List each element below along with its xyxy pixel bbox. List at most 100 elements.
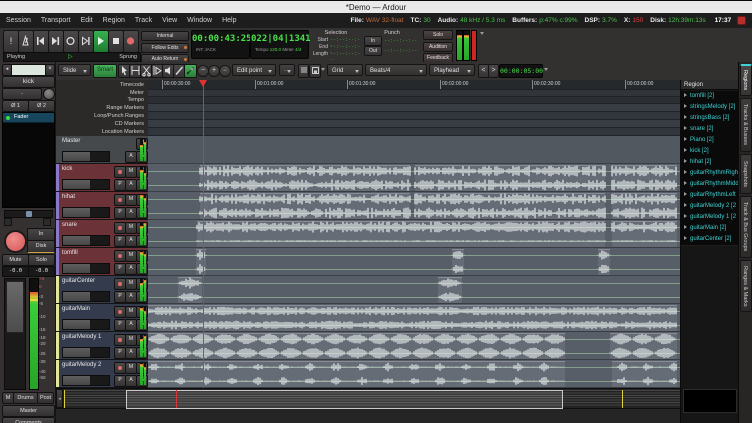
m-button[interactable]: M [125,278,137,290]
expand-triangle-icon[interactable] [684,181,687,185]
ruler-label-loop-punch-ranges[interactable]: Loop/Punch Ranges [94,113,144,119]
track-gain-fader[interactable] [62,375,110,386]
transport-toggle-internal[interactable]: Internal [141,31,189,41]
menu-window[interactable]: Window [187,17,212,24]
record-enable-button[interactable] [114,194,126,206]
a-button[interactable]: A [125,235,137,247]
menu-edit[interactable]: Edit [81,17,93,24]
m-button[interactable]: M [125,250,137,262]
m-button[interactable]: M [125,166,137,178]
summary-view-rectangle[interactable] [126,390,563,409]
expand-triangle-icon[interactable] [684,126,687,130]
ruler-label-range-markers[interactable]: Range Markers [106,105,144,111]
midi-panic-button[interactable]: ! [3,30,19,53]
tab-regions[interactable]: Regions [740,64,752,96]
expand-triangle-icon[interactable] [684,192,687,196]
ruler-label-tempo[interactable]: Tempo [127,97,144,103]
trim-knob[interactable] [43,88,55,100]
grid-type-combo[interactable]: Beats/4 [365,64,427,76]
ruler-lane-loop-punch-ranges[interactable] [148,112,680,120]
expand-triangle-icon[interactable] [684,214,687,218]
playhead-line[interactable] [203,80,204,388]
marker-combo[interactable]: · [279,64,295,76]
record-button[interactable] [123,30,139,53]
ruler-label-timecode[interactable]: Timecode [120,82,144,88]
expand-triangle-icon[interactable] [684,137,687,141]
record-enable-button[interactable] [114,306,126,318]
track-lane-kick[interactable] [148,164,680,192]
pan-left-corner[interactable] [4,218,12,226]
track-gain-fader[interactable] [62,291,110,302]
post-strip-button[interactable]: Post [37,392,54,404]
audition-button[interactable]: Audition [423,42,453,52]
p-button[interactable]: P [114,179,126,191]
expand-triangle-icon[interactable] [684,170,687,174]
p-button[interactable]: P [114,347,126,359]
record-enable-button[interactable] [114,278,126,290]
track-lane-guitarmelody-1[interactable] [148,332,680,360]
phase-invert-button-2[interactable]: Ø 2 [28,100,55,112]
play-button[interactable] [93,30,109,53]
track-header-snare[interactable]: snareSMGAP [55,220,148,248]
play-selection-button[interactable] [78,30,94,53]
mute-button[interactable]: Mute [2,254,29,266]
record-enable-button[interactable] [114,222,126,234]
ruler-lane-range-markers[interactable] [148,104,680,112]
edit-point-combo[interactable]: Playhead [429,64,475,76]
secondary-clock[interactable]: 022|04|1341 Tempo 120.0 Meter 4/4 [250,30,309,59]
zoom-to-session-button[interactable]: ↔ [219,65,231,77]
summary-scroll-left-button[interactable]: ◂ [56,389,63,408]
edit-mode-combo[interactable]: Slide [58,64,91,76]
session-summary[interactable]: ◂ ▸ ▾ [55,388,708,409]
processor-box[interactable]: Fader [2,112,55,208]
track-name-entry[interactable] [11,64,46,76]
solo-button[interactable]: Solo [28,254,55,266]
record-enable-button[interactable] [114,166,126,178]
expand-triangle-icon[interactable] [684,115,687,119]
m-button[interactable]: M [125,334,137,346]
drums-strip-button[interactable]: Drums [13,392,38,404]
menu-view[interactable]: View [162,17,177,24]
mixer-close-button[interactable]: × [45,64,55,76]
tab-track-bus-groups[interactable]: Track & Bus Groups [740,196,752,258]
ruler-label-meter[interactable]: Meter [130,90,144,96]
punch-in-button[interactable]: In [364,36,382,46]
shuttle-control[interactable]: Playing ▷ Sprung [3,52,141,62]
gain-fader[interactable] [4,278,26,390]
track-header-guitarmain[interactable]: guitarMainSMGAP [55,304,148,332]
a-button[interactable]: A [125,263,137,275]
ruler-label-cd-markers[interactable]: CD Markers [115,121,144,127]
track-lane-guitarmain[interactable] [148,304,680,332]
go-start-button[interactable] [33,30,49,53]
a-button[interactable]: A [125,179,137,191]
m-button[interactable]: M [125,194,137,206]
ruler-lanes[interactable]: 00:00:30:0000:01:00:0000:01:30:0000:02:0… [148,80,680,136]
track-header-guitarmelody-2[interactable]: guitarMelody 2SMGAP [55,360,148,388]
m-button[interactable]: M [125,362,137,374]
mixer-track-name[interactable]: kick [2,76,55,88]
menu-help[interactable]: Help [222,17,236,24]
pan-right-corner[interactable] [43,218,51,226]
bottom-scroll-strip[interactable] [55,409,708,423]
save-icon-button[interactable] [309,64,321,78]
p-button[interactable]: P [114,375,126,387]
internal-edit-tool-button[interactable] [184,64,197,78]
p-button[interactable]: P [114,291,126,303]
track-lane-guitarmelody-2[interactable] [148,360,680,388]
track-header-master[interactable]: MasterMGA [55,136,148,164]
ruler-lane-location-markers[interactable] [148,128,680,136]
a-button[interactable]: A [125,151,137,163]
track-header-tomfill[interactable]: tomfillSMGAP [55,248,148,276]
output-routing-button[interactable]: Master [2,405,55,417]
monitor-disk-button[interactable]: Disk [27,240,55,253]
ruler-lane-meter[interactable] [148,90,680,97]
record-enable-button[interactable] [114,362,126,374]
ruler-lane-cd-markers[interactable] [148,120,680,128]
pan-track[interactable] [4,210,53,218]
track-header-hihat[interactable]: hihatSMGAP [55,192,148,220]
pan-control[interactable] [2,208,53,226]
processor-fader[interactable]: Fader [3,113,54,123]
pan-handle[interactable] [26,211,32,217]
ruler-lane-timecode[interactable]: 00:00:30:0000:01:00:0000:01:30:0000:02:0… [148,80,680,90]
menu-track[interactable]: Track [135,17,152,24]
